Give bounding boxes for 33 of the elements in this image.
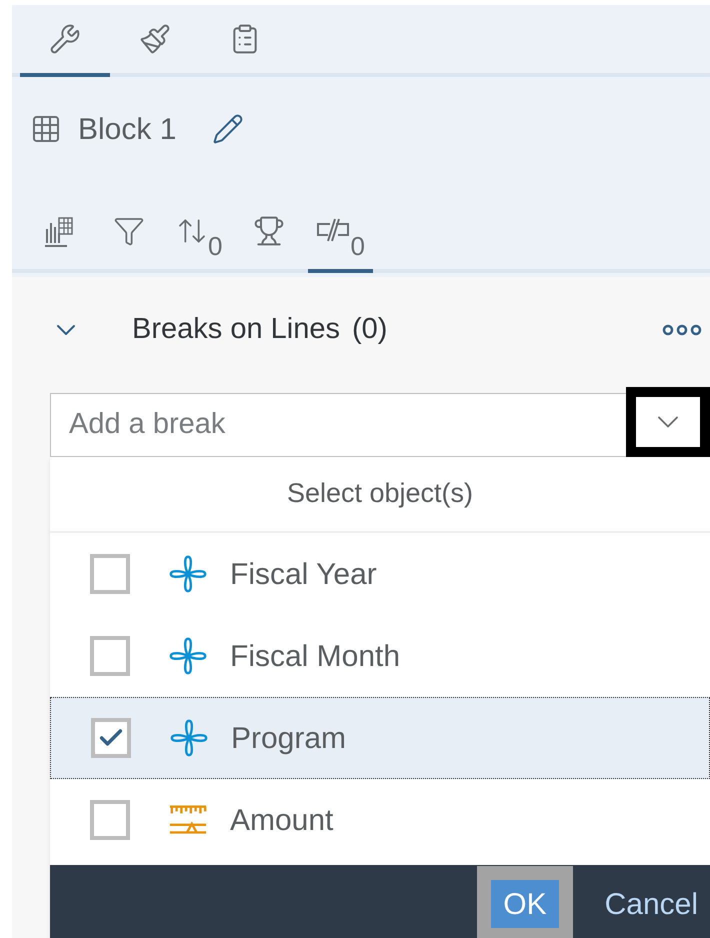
option-label: Fiscal Year: [230, 556, 377, 592]
tools-icon: [49, 23, 81, 55]
checkbox[interactable]: [90, 800, 130, 840]
table-icon: [30, 113, 62, 145]
block-title: Block 1: [78, 112, 176, 148]
section-count: (0): [352, 312, 388, 348]
option-label: Fiscal Month: [230, 638, 400, 674]
bar-table-icon: [42, 215, 76, 249]
edit-icon[interactable]: [212, 113, 244, 145]
section-title: Breaks on Lines: [132, 312, 340, 348]
dimension-icon: [168, 553, 208, 595]
object-option[interactable]: Fiscal Month: [50, 615, 710, 697]
dropdown-title: Select object(s): [286, 476, 474, 510]
dropdown-button[interactable]: [626, 387, 710, 457]
checkbox[interactable]: [91, 718, 131, 758]
paintbrush-icon: [139, 23, 171, 55]
option-label: Program: [231, 720, 346, 756]
dimension-icon: [168, 635, 208, 677]
panel-tab[interactable]: 0: [168, 215, 230, 273]
panel-tab[interactable]: 0: [308, 215, 373, 273]
trophy-icon: [253, 215, 286, 247]
dimension-icon: [169, 717, 209, 759]
checkbox[interactable]: [90, 554, 130, 594]
object-option[interactable]: Amount: [50, 779, 710, 861]
break-field[interactable]: Add a break: [50, 393, 626, 457]
option-label: Amount: [230, 802, 334, 838]
object-option[interactable]: Program: [50, 697, 710, 779]
ok-button[interactable]: OK: [477, 866, 573, 938]
object-option[interactable]: Fiscal Year: [50, 533, 710, 615]
more-icon[interactable]: [662, 324, 702, 336]
cancel-button[interactable]: Cancel: [592, 866, 710, 938]
checkbox[interactable]: [90, 636, 130, 676]
filter-icon: [113, 215, 145, 247]
